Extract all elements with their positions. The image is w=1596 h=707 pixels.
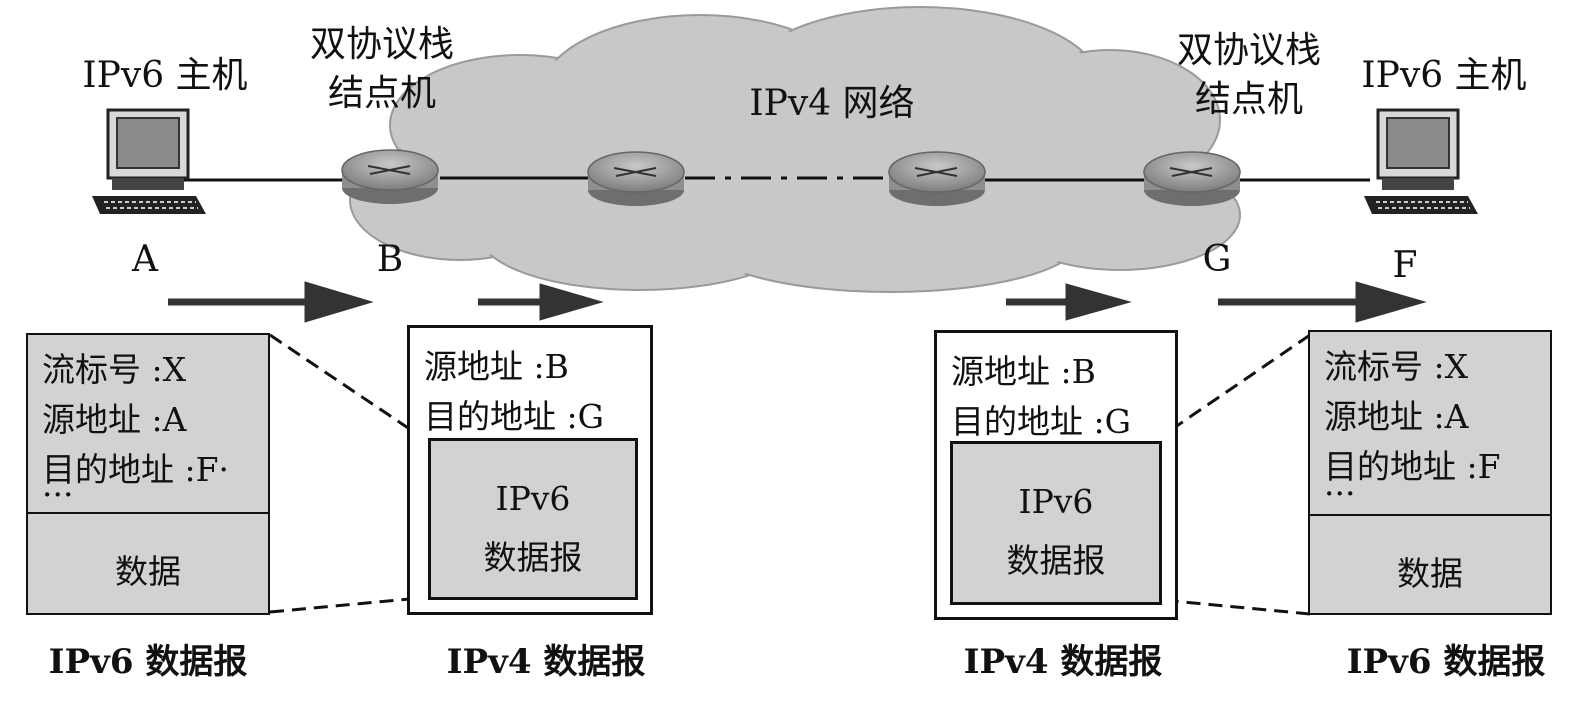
field-ellipsis: ··· [1324,474,1356,513]
payload-label: 数据 [115,552,181,591]
payload-label: 数据 [1397,554,1463,593]
router-internal-1 [587,151,685,206]
inner-label-line2: 数据报 [1006,541,1106,580]
field-dest-address: 目的地址 :G [424,397,604,436]
arrow-4 [1218,281,1427,323]
caption-ipv6-left: IPv6 数据报 [48,642,248,682]
ipv4-cloud [349,6,1241,293]
field-source-address: 源地址 :A [42,400,187,439]
header-divider [28,512,268,514]
ipv4-datagram-right: 源地址 :B 目的地址 :G IPv6 数据报 [934,330,1178,620]
encapsulated-ipv6-datagram: IPv6 数据报 [428,438,638,600]
computer-a-icon [92,108,206,214]
node-g-title-line2: 结点机 [1194,79,1304,120]
node-b-title-line2: 结点机 [327,73,437,114]
computer-f-icon [1364,108,1478,214]
node-a-letter: A [132,239,158,280]
field-source-address: 源地址 :B [951,352,1096,391]
router-g [1143,151,1241,206]
header-divider [1310,514,1550,516]
ipv4-datagram-left: 源地址 :B 目的地址 :G IPv6 数据报 [407,325,653,615]
node-b-letter: B [376,239,404,280]
arrow-3 [1006,283,1132,321]
caption-ipv4-left: IPv4 数据报 [446,642,646,682]
node-f-letter: F [1392,245,1418,286]
node-f-title: IPv6 主机 [1361,55,1527,96]
field-flow-label: 流标号 :X [1324,347,1469,386]
field-source-address: 源地址 :A [1324,397,1469,436]
node-a-title: IPv6 主机 [82,55,248,96]
flow-arrows [168,281,1427,323]
ipv6-datagram-right: 流标号 :X 源地址 :A 目的地址 :F ··· 数据 [1308,330,1552,615]
arrow-1 [168,281,374,323]
field-flow-label: 流标号 :X [42,350,187,389]
inner-label-line2: 数据报 [483,538,583,577]
node-g-title-line1: 双协议栈 [1176,30,1322,71]
ipv6-datagram-left: 流标号 :X 源地址 :A 目的地址 :F· ··· 数据 [26,333,270,615]
cloud-label: IPv4 网络 [749,83,915,124]
node-g-letter: G [1202,239,1232,280]
router-internal-2 [888,151,986,206]
field-ellipsis: ··· [42,475,74,514]
node-b-title-line1: 双协议栈 [309,24,455,65]
inner-label-line1: IPv6 [495,479,571,518]
inner-label-line1: IPv6 [1018,482,1094,521]
router-b [341,149,439,204]
encapsulated-ipv6-datagram: IPv6 数据报 [950,441,1162,605]
field-dest-address: 目的地址 :G [951,402,1131,441]
caption-ipv6-right: IPv6 数据报 [1346,642,1546,682]
arrow-2 [478,283,604,321]
caption-ipv4-right: IPv4 数据报 [963,642,1163,682]
field-source-address: 源地址 :B [424,347,569,386]
